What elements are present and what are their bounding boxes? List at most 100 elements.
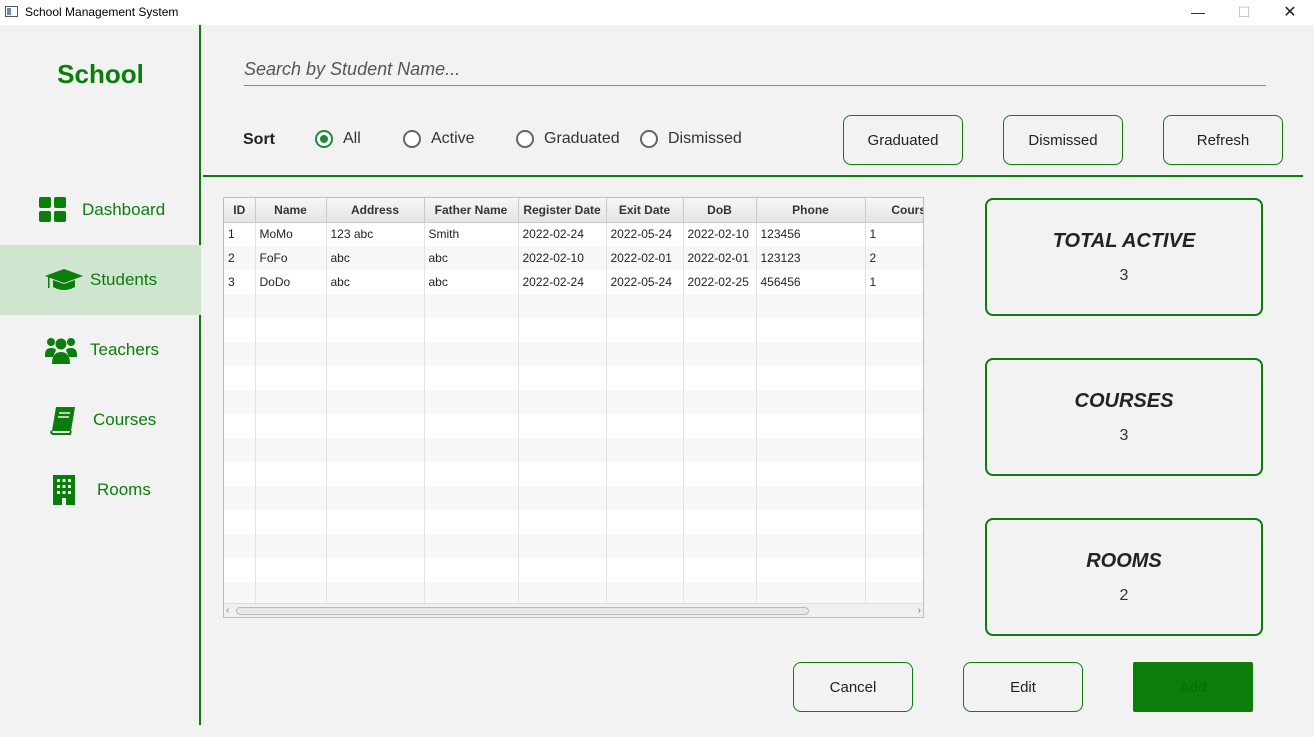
- students-table[interactable]: ID Name Address Father Name Register Date Exi…: [223, 197, 924, 618]
- table-cell: [756, 486, 866, 510]
- table-cell: [606, 318, 684, 342]
- table-cell: [756, 342, 866, 366]
- sidebar-item-teachers[interactable]: Teachers: [0, 315, 201, 385]
- table-cell: 456456: [756, 270, 866, 294]
- column-header[interactable]: Register Date: [518, 198, 607, 223]
- table-cell: [683, 414, 757, 438]
- table-cell: FoFo: [255, 246, 327, 270]
- graduation-cap-icon: [45, 269, 83, 290]
- table-row[interactable]: [224, 366, 923, 390]
- column-header[interactable]: Address: [326, 198, 425, 223]
- horizontal-scrollbar[interactable]: ‹ ›: [224, 603, 923, 617]
- stat-card-rooms: ROOMS 2: [985, 518, 1263, 636]
- table-cell: abc: [326, 270, 425, 294]
- table-cell: 2022-05-24: [606, 222, 684, 246]
- sort-radio-graduated[interactable]: Graduated: [516, 130, 620, 148]
- sidebar-item-students[interactable]: Students: [0, 245, 201, 315]
- column-header[interactable]: DoB: [683, 198, 757, 223]
- table-row[interactable]: [224, 342, 923, 366]
- search-input[interactable]: [244, 54, 1266, 86]
- table-cell: 123456: [756, 222, 866, 246]
- table-cell: 123 abc: [326, 222, 425, 246]
- column-header[interactable]: Exit Date: [606, 198, 684, 223]
- column-header[interactable]: Name: [255, 198, 327, 223]
- table-cell: [424, 342, 519, 366]
- table-row[interactable]: [224, 294, 923, 318]
- table-cell: Smith: [424, 222, 519, 246]
- table-cell: [683, 462, 757, 486]
- table-cell: 2022-02-24: [518, 222, 607, 246]
- table-cell: [255, 390, 327, 414]
- column-header[interactable]: ID: [224, 198, 256, 223]
- radio-indicator: [516, 130, 534, 148]
- table-row[interactable]: 1 MoMo 123 abc Smith 2022-02-24 2022-05-24 202…: [224, 222, 923, 246]
- table-cell: [255, 510, 327, 534]
- stat-card-courses: COURSES 3: [985, 358, 1263, 476]
- table-row[interactable]: [224, 558, 923, 582]
- table-cell: [683, 342, 757, 366]
- table-cell: [683, 294, 757, 318]
- graduated-button[interactable]: Graduated: [843, 115, 963, 165]
- table-cell: [255, 534, 327, 558]
- sidebar-item-rooms[interactable]: Rooms: [0, 455, 201, 525]
- table-row[interactable]: [224, 318, 923, 342]
- table-cell: 1: [865, 222, 923, 246]
- table-cell: abc: [424, 270, 519, 294]
- book-icon: [50, 407, 75, 435]
- radio-label: Graduated: [544, 130, 620, 147]
- table-cell: 2: [224, 246, 256, 270]
- scroll-left-icon[interactable]: ‹: [226, 604, 229, 617]
- table-cell: [865, 414, 923, 438]
- minimize-button[interactable]: —: [1175, 0, 1221, 25]
- table-row[interactable]: [224, 510, 923, 534]
- sort-radio-all[interactable]: All: [315, 130, 361, 148]
- table-cell: [255, 414, 327, 438]
- column-header[interactable]: Course: [865, 198, 923, 223]
- close-button[interactable]: ✕: [1267, 0, 1313, 25]
- refresh-button[interactable]: Refresh: [1163, 115, 1283, 165]
- table-cell: [518, 390, 607, 414]
- users-icon: [45, 338, 77, 364]
- table-row[interactable]: [224, 534, 923, 558]
- table-cell: 123123: [756, 246, 866, 270]
- table-row[interactable]: [224, 462, 923, 486]
- table-row[interactable]: [224, 390, 923, 414]
- table-header: ID Name Address Father Name Register Date Exi…: [224, 198, 923, 223]
- sort-radio-active[interactable]: Active: [403, 130, 475, 148]
- add-button[interactable]: Add: [1133, 662, 1253, 712]
- table-cell: [865, 318, 923, 342]
- table-cell: [255, 342, 327, 366]
- sidebar-item-courses[interactable]: Courses: [0, 385, 201, 455]
- table-cell: [683, 318, 757, 342]
- table-cell: [424, 318, 519, 342]
- table-cell: [424, 510, 519, 534]
- sidebar: School Dashboard Students Teachers Cours…: [0, 25, 201, 725]
- table-row[interactable]: [224, 438, 923, 462]
- stat-title: COURSES: [1074, 390, 1174, 412]
- sidebar-item-dashboard[interactable]: Dashboard: [0, 175, 201, 245]
- scrollbar-thumb[interactable]: [236, 607, 809, 615]
- table-cell: [683, 366, 757, 390]
- scroll-right-icon[interactable]: ›: [918, 604, 921, 617]
- table-cell: [865, 294, 923, 318]
- sort-radio-dismissed[interactable]: Dismissed: [640, 130, 742, 148]
- table-cell: [518, 294, 607, 318]
- sort-label: Sort: [243, 131, 275, 148]
- table-cell: [224, 414, 256, 438]
- dismissed-button[interactable]: Dismissed: [1003, 115, 1123, 165]
- table-cell: [606, 558, 684, 582]
- column-header[interactable]: Father Name: [424, 198, 519, 223]
- table-cell: 1: [224, 222, 256, 246]
- table-cell: [255, 294, 327, 318]
- table-row[interactable]: 3 DoDo abc abc 2022-02-24 2022-05-24 2022-02-2…: [224, 270, 923, 294]
- cancel-button[interactable]: Cancel: [793, 662, 913, 712]
- table-row[interactable]: 2 FoFo abc abc 2022-02-10 2022-02-01 2022-02-0…: [224, 246, 923, 270]
- table-cell: [255, 438, 327, 462]
- column-header[interactable]: Phone: [756, 198, 866, 223]
- table-cell: [326, 462, 425, 486]
- edit-button[interactable]: Edit: [963, 662, 1083, 712]
- maximize-button[interactable]: ☐: [1221, 0, 1267, 25]
- table-row[interactable]: [224, 486, 923, 510]
- table-row[interactable]: [224, 414, 923, 438]
- table-cell: [865, 558, 923, 582]
